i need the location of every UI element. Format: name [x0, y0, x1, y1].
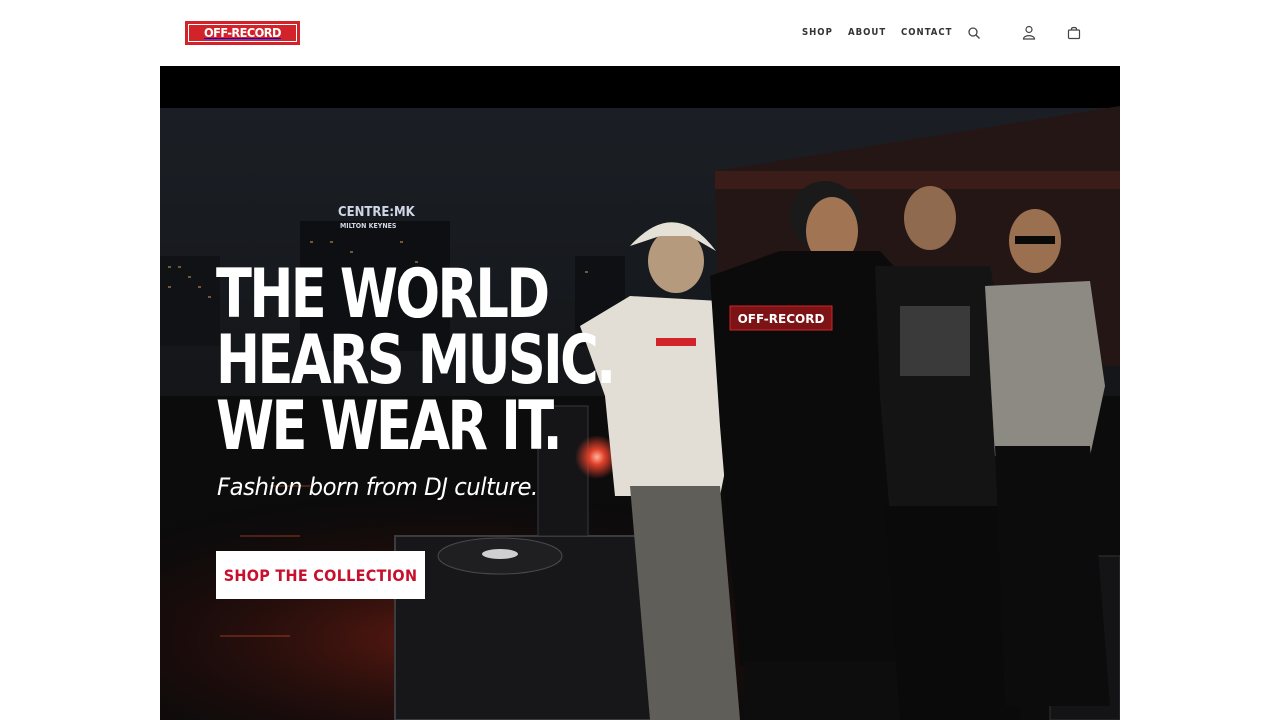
- hero-subheadline: Fashion born from DJ culture.: [217, 473, 538, 501]
- search-icon[interactable]: [967, 26, 981, 40]
- site-header: OFF-RECORD SHOP ABOUT CONTACT: [0, 0, 1280, 66]
- sign-milton-keynes: MILTON KEYNES: [340, 222, 397, 230]
- nav-link-shop[interactable]: SHOP: [802, 27, 833, 38]
- hero-headline: THE WORLD HEARS MUSIC. WE WEAR IT.: [216, 255, 678, 466]
- headline-line-3: WE WEAR IT.: [216, 387, 563, 466]
- sign-centre-mk: CENTRE:MK: [338, 205, 416, 220]
- hero-banner: CENTRE:MK MILTON KEYNES OFF-RECORD THE W…: [160, 66, 1120, 720]
- shop-the-collection-button[interactable]: SHOP THE COLLECTION: [216, 551, 425, 599]
- tshirt-print: OFF-RECORD: [738, 312, 825, 326]
- headline-line-2: HEARS MUSIC.: [216, 321, 616, 400]
- brand-logo[interactable]: OFF-RECORD: [185, 21, 300, 45]
- cart-icon[interactable]: [1067, 26, 1081, 40]
- nav-link-contact[interactable]: CONTACT: [901, 27, 953, 38]
- nav-link-about[interactable]: ABOUT: [848, 27, 886, 38]
- brand-logo-text: OFF-RECORD: [204, 26, 281, 40]
- headline-line-1: THE WORLD: [216, 255, 550, 334]
- account-icon[interactable]: [1022, 25, 1036, 40]
